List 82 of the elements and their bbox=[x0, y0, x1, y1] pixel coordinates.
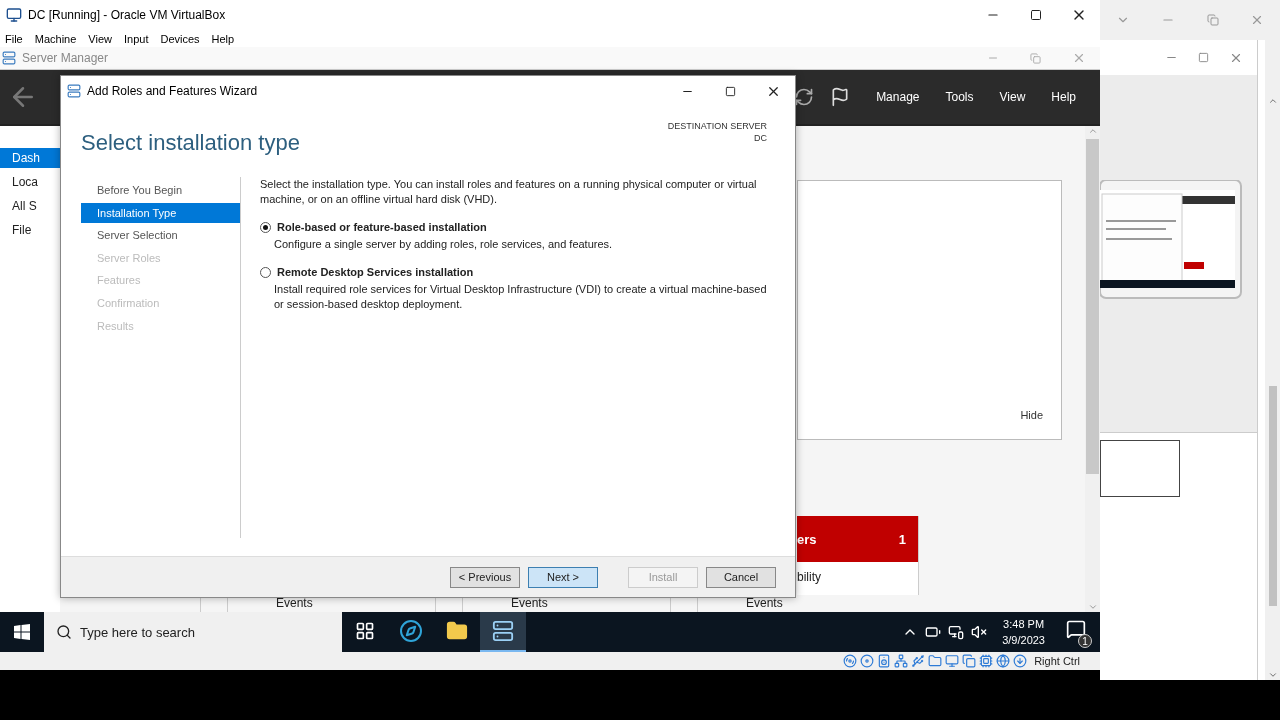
page-heading: Select installation type bbox=[81, 130, 300, 157]
window-title: Server Manager bbox=[22, 51, 110, 65]
scroll-down-icon[interactable] bbox=[1267, 670, 1278, 680]
disc-icon[interactable] bbox=[843, 654, 858, 668]
toolbar-menu-item[interactable]: Tools bbox=[945, 90, 974, 104]
battery-icon[interactable] bbox=[925, 624, 942, 640]
wizard-button[interactable]: Next > bbox=[528, 566, 598, 588]
task-view-icon bbox=[355, 621, 375, 641]
clock[interactable]: 3:48 PM 3/9/2023 bbox=[1002, 616, 1045, 648]
monitor-icon[interactable] bbox=[945, 654, 960, 668]
scrollbar-thumb[interactable] bbox=[1268, 386, 1277, 606]
tile-title: ers bbox=[797, 531, 817, 547]
wizard-button[interactable]: < Previous bbox=[450, 566, 520, 588]
nav-item[interactable]: Loca bbox=[0, 172, 60, 192]
folder-icon[interactable] bbox=[928, 654, 943, 668]
page-scrollbar[interactable] bbox=[1265, 40, 1280, 680]
maximize-icon[interactable] bbox=[725, 85, 736, 97]
menu-item[interactable]: Machine bbox=[31, 32, 86, 45]
nav-item[interactable]: All S bbox=[0, 196, 60, 216]
option-label: Role-based or feature-based installation bbox=[277, 221, 487, 233]
scroll-down-icon[interactable] bbox=[1087, 602, 1098, 612]
toolbar-menu-item[interactable]: Manage bbox=[876, 90, 920, 104]
scroll-up-icon[interactable] bbox=[1267, 96, 1278, 106]
app-icon bbox=[67, 84, 81, 98]
radio-button[interactable] bbox=[260, 266, 271, 278]
wizard-step[interactable]: Installation Type bbox=[81, 202, 240, 223]
tile-item: bility bbox=[797, 570, 822, 584]
notification-icon[interactable] bbox=[1066, 619, 1086, 639]
tile-count: 1 bbox=[898, 531, 906, 547]
menu-item[interactable]: File bbox=[2, 32, 32, 45]
events-label: Events bbox=[745, 595, 784, 612]
scrollbar-thumb[interactable] bbox=[1086, 139, 1099, 474]
speaker-icon[interactable] bbox=[877, 654, 892, 668]
taskbar-app-button[interactable] bbox=[480, 612, 526, 652]
disc-icon[interactable] bbox=[860, 654, 875, 668]
destination-label: DESTINATION SERVER bbox=[667, 120, 767, 132]
app-icon bbox=[6, 7, 22, 23]
browser-icon bbox=[399, 619, 423, 643]
globe-icon[interactable] bbox=[996, 654, 1011, 668]
nav-item[interactable]: File bbox=[0, 220, 60, 240]
windows-logo-icon[interactable] bbox=[14, 624, 30, 640]
usb-icon[interactable] bbox=[911, 654, 926, 668]
toolbar-menu-item[interactable]: Help bbox=[1051, 90, 1076, 104]
option-description: Install required role services for Virtual Desktop Infrastructure (VDI) to create a virtual machine-based or session-based desktop deployment. bbox=[274, 282, 768, 312]
wizard-step[interactable]: Server Selection bbox=[81, 225, 240, 246]
restore-icon[interactable] bbox=[1206, 14, 1219, 26]
host-key-label: Right Ctrl bbox=[1034, 655, 1080, 667]
folder-icon bbox=[446, 620, 468, 642]
nav-item[interactable]: Dash bbox=[0, 148, 60, 168]
download-icon[interactable] bbox=[1013, 654, 1028, 668]
events-label: Events bbox=[275, 595, 314, 612]
intro-text: Select the installation type. You can install roles and features on a running physical computer or virtual machine, or on an offline virtual hard disk (VHD). bbox=[260, 177, 758, 207]
scroll-up-icon[interactable] bbox=[1087, 126, 1098, 136]
volume-muted-icon[interactable] bbox=[971, 624, 988, 640]
option-description: Configure a single server by adding roles, role services, and features. bbox=[274, 237, 614, 252]
app-icon bbox=[2, 51, 16, 65]
refresh-icon[interactable] bbox=[794, 87, 815, 107]
server-tile[interactable]: ers 1 bility bbox=[797, 516, 919, 595]
chip-icon[interactable] bbox=[979, 654, 994, 668]
menu-item[interactable]: View bbox=[85, 32, 121, 45]
menu-item[interactable]: Help bbox=[208, 32, 244, 45]
maximize-icon[interactable] bbox=[1029, 9, 1042, 21]
destination-server: DC bbox=[754, 132, 767, 144]
search-icon bbox=[56, 624, 72, 640]
window-title: Add Roles and Features Wizard bbox=[87, 84, 259, 98]
toolbar-menu-item[interactable]: View bbox=[999, 90, 1026, 104]
events-label: Events bbox=[510, 595, 549, 612]
wizard-button[interactable]: Cancel bbox=[706, 566, 776, 588]
notification-count: 1 bbox=[1078, 634, 1092, 648]
menu-item[interactable]: Input bbox=[120, 32, 158, 45]
search-field[interactable]: Type here to search bbox=[44, 612, 342, 652]
menu-item[interactable]: Devices bbox=[157, 32, 209, 45]
window-title: DC [Running] - Oracle VM VirtualBox bbox=[28, 8, 227, 22]
server-manager-icon bbox=[492, 620, 514, 642]
radio-button[interactable] bbox=[260, 221, 271, 233]
option-label: Remote Desktop Services installation bbox=[277, 266, 474, 278]
flag-icon[interactable] bbox=[830, 87, 851, 107]
hide-link[interactable]: Hide bbox=[1020, 409, 1043, 421]
wizard-step[interactable]: Before You Begin bbox=[81, 180, 240, 200]
scrollbar[interactable] bbox=[1085, 126, 1100, 612]
window-thumbnail-drawing[interactable] bbox=[1100, 180, 1243, 300]
network-icon[interactable] bbox=[948, 624, 965, 640]
